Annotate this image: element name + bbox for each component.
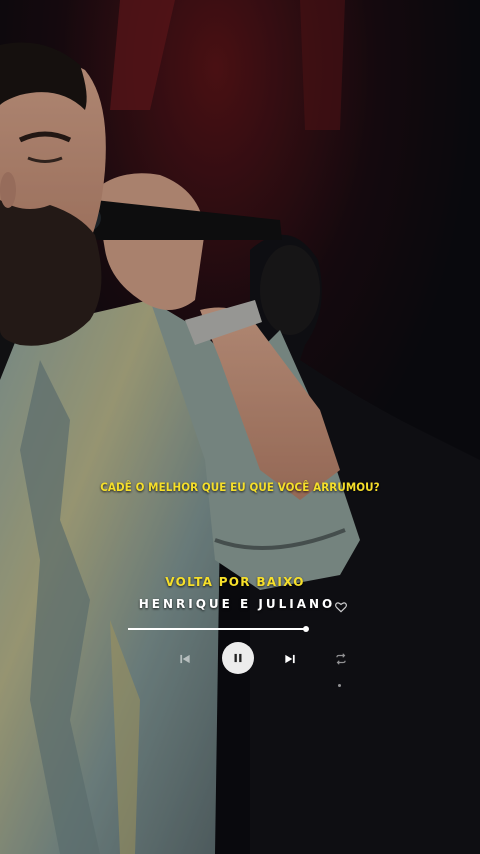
artist-name: HENRIQUE E JULIANO: [138, 597, 336, 611]
repeat-indicator-dot: [338, 684, 341, 687]
skip-previous-icon[interactable]: [178, 651, 192, 665]
repeat-icon[interactable]: [334, 651, 348, 665]
background-video-frame: [0, 0, 480, 854]
lyric-line: CADÊ O MELHOR QUE EU QUE VOCÊ ARRUMOU?: [100, 480, 380, 494]
heart-outline-icon[interactable]: [334, 599, 348, 613]
song-title: VOLTA POR BAIXO: [165, 575, 305, 589]
progress-handle[interactable]: [303, 626, 309, 632]
progress-bar[interactable]: [128, 626, 309, 632]
play-pause-button[interactable]: [222, 642, 254, 674]
progress-fill: [128, 628, 306, 630]
skip-next-icon[interactable]: [283, 651, 297, 665]
pause-icon: [234, 653, 242, 663]
